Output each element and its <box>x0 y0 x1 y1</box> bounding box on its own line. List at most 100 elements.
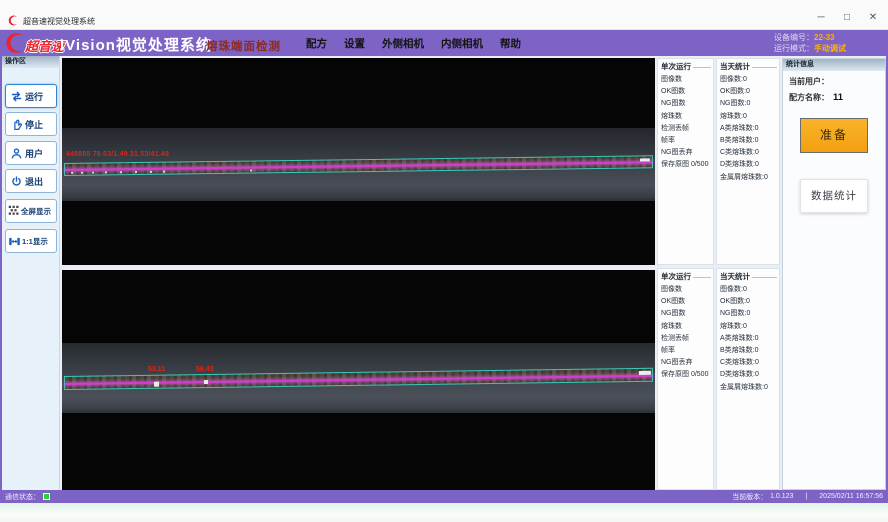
current-user-row: 当前用户： <box>783 71 885 87</box>
stat-row: A类熔珠数:0 <box>720 123 779 135</box>
camera-view-inner: 53.11 56.43 <box>62 270 655 490</box>
bead-speckle <box>120 171 122 173</box>
window-controls: ─ □ ✕ <box>808 10 886 26</box>
stat-row: B类熔珠数:0 <box>720 345 779 357</box>
bead-speckle <box>250 170 252 172</box>
stats-run-title: 单次运行 <box>658 59 713 72</box>
stat-row: 保存原图 0/500 <box>661 159 713 171</box>
camera1-measurement-text: 449885 79.63/1.49 31.53/41.49 <box>66 151 169 158</box>
stat-row: C类熔珠数:0 <box>720 147 779 159</box>
fullscreen-grid-icon <box>8 205 20 217</box>
brand-swoosh-icon <box>5 32 27 54</box>
fullscreen-button-label: 全屏显示 <box>21 206 51 217</box>
stat-row: B类熔珠数:0 <box>720 135 779 147</box>
stat-row: NG图丢弃 <box>661 357 713 369</box>
version-label: 当前版本： <box>732 492 767 502</box>
stat-row: NG图数:0 <box>720 308 779 320</box>
stat-row: D类熔珠数:0 <box>720 159 779 171</box>
comm-status-indicator <box>43 493 50 500</box>
stat-row: 帧率 <box>661 135 713 147</box>
stat-row: 熔珠数 <box>661 111 713 123</box>
device-number-value: 22-33 <box>814 33 834 42</box>
app-subtitle: 熔珠端面检测 <box>206 38 281 54</box>
stats-run-rows: 图像数OK图数NG图数熔珠数检测丢帧帧率NG图丢弃保存原图 0/500 <box>658 72 713 172</box>
fullscreen-button[interactable]: 全屏显示 <box>5 199 57 223</box>
stats-panel-run-2: 单次运行 图像数OK图数NG图数熔珠数检测丢帧帧率NG图丢弃保存原图 0/500 <box>657 268 714 490</box>
user-icon <box>10 147 23 160</box>
app-logo-icon <box>8 15 19 26</box>
menu-recipe[interactable]: 配方 <box>306 36 327 51</box>
stats-panel-today-1: 当天统计 图像数:0OK图数:0NG图数:0熔珠数:0A类熔珠数:0B类熔珠数:… <box>716 58 780 265</box>
minimize-button[interactable]: ─ <box>808 10 834 26</box>
bead-speckle <box>71 172 73 174</box>
run-button-label: 运行 <box>25 90 43 103</box>
exit-button[interactable]: 退出 <box>5 169 57 193</box>
stat-row: 帧率 <box>661 345 713 357</box>
bead-speckle <box>135 171 137 173</box>
recipe-name-row: 配方名称：11 <box>783 87 885 103</box>
stats-today-rows: 图像数:0OK图数:0NG图数:0熔珠数:0A类熔珠数:0B类熔珠数:0C类熔珠… <box>717 72 779 184</box>
stat-row: OK图数 <box>661 86 713 98</box>
stat-row: OK图数:0 <box>720 296 779 308</box>
menu-outer-camera[interactable]: 外侧相机 <box>382 36 424 51</box>
data-statistics-button[interactable]: 数据统计 <box>800 179 868 213</box>
separator: | <box>805 493 807 500</box>
stats-today-rows: 图像数:0OK图数:0NG图数:0熔珠数:0A类熔珠数:0B类熔珠数:0C类熔珠… <box>717 282 779 394</box>
maximize-button[interactable]: □ <box>834 10 860 26</box>
stat-row: 检测丢帧 <box>661 333 713 345</box>
stats-today-title: 当天统计 <box>717 269 779 282</box>
datetime: 2025/02/11 16:57:56 <box>819 493 883 500</box>
window-title: 超音速视觉处理系统 <box>23 16 95 27</box>
stat-row: 图像数:0 <box>720 74 779 86</box>
menu-settings[interactable]: 设置 <box>344 36 365 51</box>
comm-status-label: 通信状态： <box>5 492 40 502</box>
run-mode-value: 手动调试 <box>814 44 846 53</box>
close-button[interactable]: ✕ <box>860 10 886 26</box>
stat-row: NG图数:0 <box>720 98 779 110</box>
stats-run-title: 单次运行 <box>658 269 713 282</box>
brand-name: 超音速 <box>25 36 64 55</box>
stat-row: 熔珠数:0 <box>720 321 779 333</box>
stop-button[interactable]: 停止 <box>5 112 57 136</box>
run-icon <box>10 90 23 103</box>
stat-row: 检测丢帧 <box>661 123 713 135</box>
bead-speckle <box>150 171 152 173</box>
stat-row: 金属屑熔珠数:0 <box>720 172 779 184</box>
stat-row: A类熔珠数:0 <box>720 333 779 345</box>
version-value: 1.0.123 <box>770 493 793 500</box>
one-to-one-button-label: 1:1显示 <box>22 236 48 247</box>
stats-today-title: 当天统计 <box>717 59 779 72</box>
bead-marker <box>154 382 159 387</box>
stat-row: 图像数 <box>661 74 713 86</box>
app-title: IVision视觉处理系统 <box>60 34 212 55</box>
camera2-point-label: 53.11 <box>148 366 165 373</box>
app-header: 超音速 IVision视觉处理系统 熔珠端面检测 配方 设置 外侧相机 内侧相机… <box>0 30 888 56</box>
status-bar: 通信状态： 当前版本： 1.0.123 | 2025/02/11 16:57:5… <box>0 490 888 503</box>
window-titlebar: 超音速视觉处理系统 ─ □ ✕ <box>0 0 888 30</box>
bead-marker <box>204 380 208 384</box>
stat-row: C类熔珠数:0 <box>720 357 779 369</box>
bead-highlight <box>639 371 651 375</box>
prepare-button[interactable]: 准备 <box>800 118 868 153</box>
stats-panel-run-1: 单次运行 图像数OK图数NG图数熔珠数检测丢帧帧率NG图丢弃保存原图 0/500 <box>657 58 714 265</box>
one-to-one-icon <box>8 235 21 248</box>
run-button[interactable]: 运行 <box>5 84 57 108</box>
current-user-label: 当前用户： <box>789 77 829 86</box>
menu-bar: 配方 设置 外侧相机 内侧相机 帮助 <box>306 30 521 56</box>
run-mode-label: 运行模式： <box>774 44 814 53</box>
stop-hand-icon <box>10 118 23 131</box>
bead-speckle <box>81 172 83 174</box>
stat-row: OK图数:0 <box>720 86 779 98</box>
one-to-one-button[interactable]: 1:1显示 <box>5 229 57 253</box>
version-info: 当前版本： 1.0.123 | 2025/02/11 16:57:56 <box>732 492 883 502</box>
device-number-label: 设备编号： <box>774 33 814 42</box>
info-panel-title: 统计信息 <box>783 59 885 71</box>
stats-panel-today-2: 当天统计 图像数:0OK图数:0NG图数:0熔珠数:0A类熔珠数:0B类熔珠数:… <box>716 268 780 490</box>
stat-row: 熔珠数:0 <box>720 111 779 123</box>
user-button[interactable]: 用户 <box>5 141 57 165</box>
stat-row: 图像数 <box>661 284 713 296</box>
bead-highlight <box>640 158 650 161</box>
operation-sidebar: 操作区 运行 停止 用户 退出 全屏显示 1:1显示 <box>2 56 60 490</box>
menu-inner-camera[interactable]: 内侧相机 <box>441 36 483 51</box>
menu-help[interactable]: 帮助 <box>500 36 521 51</box>
